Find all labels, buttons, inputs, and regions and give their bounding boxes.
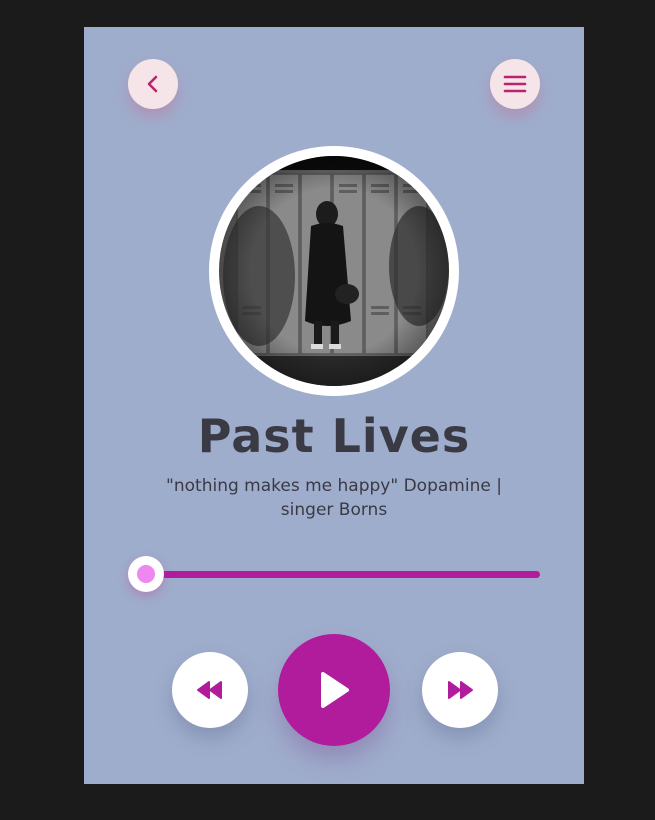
song-subtitle: "nothing makes me happy" Dopamine | sing…	[166, 476, 502, 520]
back-button[interactable]	[128, 59, 178, 109]
hamburger-menu-icon	[503, 75, 527, 93]
album-art	[219, 156, 449, 386]
rewind-icon	[197, 681, 222, 699]
progress-bar[interactable]	[146, 571, 540, 578]
menu-button[interactable]	[490, 59, 540, 109]
album-art-frame	[209, 146, 459, 396]
progress-thumb-dot	[137, 565, 155, 583]
play-icon	[321, 672, 349, 708]
music-player-card: Past Lives "nothing makes me happy" Dopa…	[84, 27, 584, 784]
fast-forward-button[interactable]	[422, 652, 498, 728]
progress-thumb[interactable]	[128, 556, 164, 592]
rewind-button[interactable]	[172, 652, 248, 728]
play-button[interactable]	[278, 634, 390, 746]
song-title: Past Lives	[197, 409, 471, 463]
fast-forward-icon	[448, 681, 473, 699]
chevron-left-icon	[147, 75, 158, 93]
